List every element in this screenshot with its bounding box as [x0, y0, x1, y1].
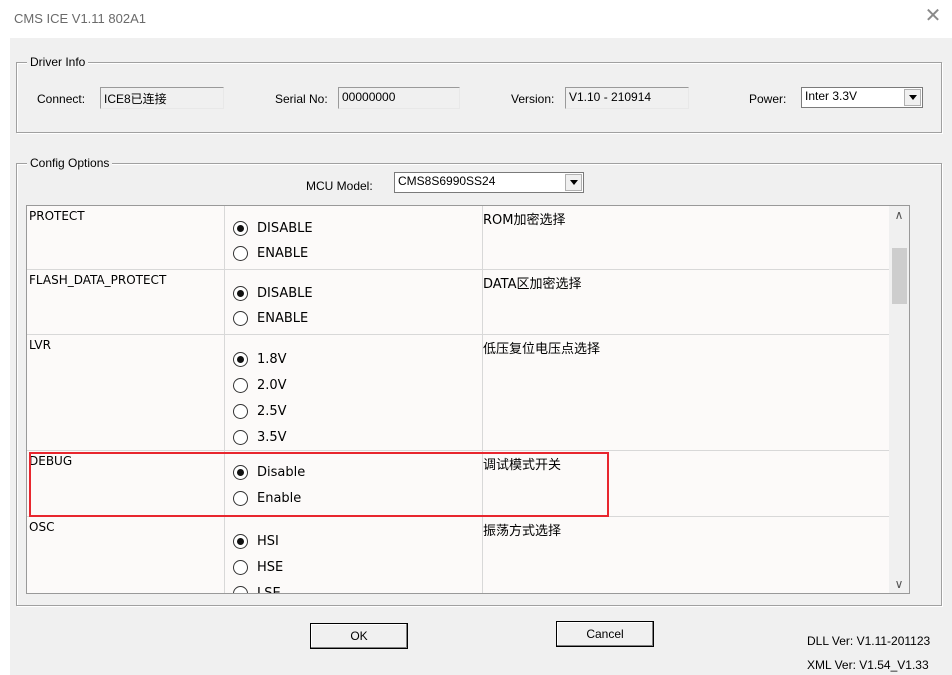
mcu-model-select[interactable]: CMS8S6990SS24	[394, 172, 584, 193]
chevron-down-icon[interactable]: ∨	[889, 575, 909, 593]
config-row-desc: 调试模式开关	[483, 458, 562, 473]
config-row-name: DEBUG	[29, 454, 73, 468]
config-row-name: PROTECT	[29, 209, 85, 223]
serial-field: 00000000	[338, 87, 460, 109]
scrollbar-thumb[interactable]	[892, 248, 907, 304]
config-row-name: OSC	[29, 520, 55, 534]
config-row-osc: OSC HSI HSE LSE 振荡方式选择	[27, 517, 907, 594]
chevron-down-icon[interactable]	[904, 89, 921, 106]
radio-selected-icon	[233, 533, 248, 549]
config-row-desc: 振荡方式选择	[483, 524, 562, 539]
title-bar: CMS ICE V1.11 802A1 ✕	[0, 0, 952, 38]
radio-option-lse[interactable]: LSE	[233, 583, 281, 594]
radio-option-hsi[interactable]: HSI	[233, 531, 279, 551]
radio-option-label: DISABLE	[257, 220, 313, 236]
config-row-protect: PROTECT DISABLE ENABLE ROM加密选择	[27, 206, 907, 270]
radio-option-label: DISABLE	[257, 285, 313, 301]
radio-unselected-icon	[233, 245, 248, 261]
radio-option-disable[interactable]: Disable	[233, 462, 305, 482]
config-row-debug: DEBUG Disable Enable 调试模式开关	[27, 451, 907, 517]
ok-button[interactable]: OK	[310, 623, 408, 649]
config-grid: PROTECT DISABLE ENABLE ROM加密选择 FLASH_DAT…	[26, 205, 910, 594]
mcu-model-value: CMS8S6990SS24	[398, 174, 496, 188]
chevron-up-icon[interactable]: ∧	[889, 206, 909, 224]
radio-unselected-icon	[233, 377, 248, 393]
radio-option-2-5v[interactable]: 2.5V	[233, 401, 287, 421]
xml-version: XML Ver: V1.54_V1.33	[807, 658, 929, 672]
chevron-down-icon[interactable]	[565, 174, 582, 191]
radio-option-label: Disable	[257, 464, 306, 480]
driver-info-legend: Driver Info	[27, 55, 89, 69]
dialog-client: Driver Info Connect: ICE8已连接 Serial No: …	[10, 38, 952, 675]
dll-version: DLL Ver: V1.11-201123	[807, 634, 931, 648]
radio-option-enable[interactable]: Enable	[233, 488, 301, 508]
radio-option-label: 2.5V	[257, 403, 287, 419]
radio-option-2-0v[interactable]: 2.0V	[233, 375, 287, 395]
mcu-model-label: MCU Model:	[306, 179, 373, 193]
radio-option-label: LSE	[257, 585, 281, 594]
radio-option-label: Enable	[257, 490, 302, 506]
radio-selected-icon	[233, 351, 248, 367]
radio-unselected-icon	[233, 585, 248, 593]
radio-option-label: 1.8V	[257, 351, 287, 367]
radio-option-label: 2.0V	[257, 377, 287, 393]
radio-option-enable[interactable]: ENABLE	[233, 308, 308, 328]
radio-option-label: HSE	[257, 559, 284, 575]
radio-option-disable[interactable]: DISABLE	[233, 218, 313, 238]
config-row-desc: 低压复位电压点选择	[483, 342, 601, 357]
radio-selected-icon	[233, 220, 248, 236]
radio-option-label: 3.5V	[257, 429, 287, 445]
version-label: Version:	[511, 92, 555, 106]
version-field: V1.10 - 210914	[565, 87, 689, 109]
radio-unselected-icon	[233, 559, 248, 575]
cancel-button[interactable]: Cancel	[556, 621, 654, 647]
connect-field: ICE8已连接	[100, 87, 224, 109]
window-title: CMS ICE V1.11 802A1	[14, 11, 146, 26]
radio-selected-icon	[233, 285, 248, 301]
driver-info-group: Driver Info Connect: ICE8已连接 Serial No: …	[16, 55, 942, 133]
config-row-desc: ROM加密选择	[483, 213, 566, 228]
serial-label: Serial No:	[275, 92, 328, 106]
radio-option-3-5v[interactable]: 3.5V	[233, 427, 287, 447]
power-select[interactable]: Inter 3.3V	[801, 87, 923, 108]
radio-selected-icon	[233, 464, 248, 480]
radio-option-label: ENABLE	[257, 310, 309, 326]
radio-option-enable[interactable]: ENABLE	[233, 243, 308, 263]
config-options-legend: Config Options	[27, 156, 113, 170]
close-icon[interactable]: ✕	[924, 6, 942, 26]
radio-unselected-icon	[233, 310, 248, 326]
connect-label: Connect:	[37, 92, 86, 106]
radio-option-label: ENABLE	[257, 245, 309, 261]
vertical-scrollbar[interactable]: ∧ ∨	[889, 206, 909, 593]
radio-option-hse[interactable]: HSE	[233, 557, 283, 577]
power-label: Power:	[749, 92, 787, 106]
radio-unselected-icon	[233, 429, 248, 445]
radio-option-disable[interactable]: DISABLE	[233, 283, 313, 303]
config-row-name: FLASH_DATA_PROTECT	[29, 273, 167, 287]
radio-option-label: HSI	[257, 533, 279, 549]
config-row-desc: DATA区加密选择	[483, 277, 582, 292]
radio-unselected-icon	[233, 403, 248, 419]
power-select-value: Inter 3.3V	[805, 89, 858, 103]
radio-unselected-icon	[233, 490, 248, 506]
config-row-lvr: LVR 1.8V 2.0V 2.5V 3.5V 低压复位电压点选择	[27, 335, 907, 451]
config-row-flash-data-protect: FLASH_DATA_PROTECT DISABLE ENABLE DATA区加…	[27, 270, 907, 335]
config-row-name: LVR	[29, 338, 51, 352]
radio-option-1-8v[interactable]: 1.8V	[233, 349, 287, 369]
